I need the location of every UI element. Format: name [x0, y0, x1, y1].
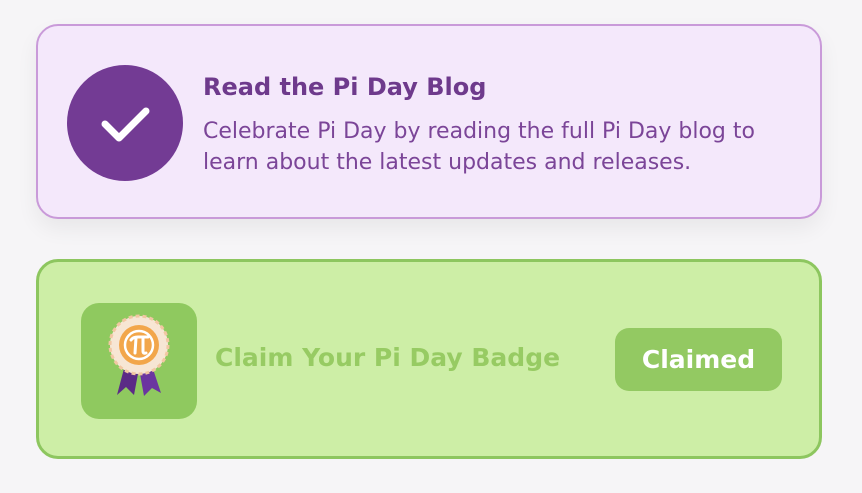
check-icon	[101, 107, 150, 142]
completed-check-badge	[67, 65, 183, 181]
task-title: Read the Pi Day Blog	[203, 73, 487, 101]
badge-tile	[81, 303, 197, 419]
task-description: Celebrate Pi Day by reading the full Pi …	[203, 119, 755, 175]
badge-task-card: Claim Your Pi Day Badge Claimed	[36, 259, 822, 459]
pi-badge-ribbon-icon	[108, 314, 170, 396]
claimed-button[interactable]: Claimed	[615, 328, 782, 391]
blog-task-card[interactable]: Read the Pi Day Blog Celebrate Pi Day by…	[36, 24, 822, 219]
badge-task-label: Claim Your Pi Day Badge	[215, 343, 561, 372]
